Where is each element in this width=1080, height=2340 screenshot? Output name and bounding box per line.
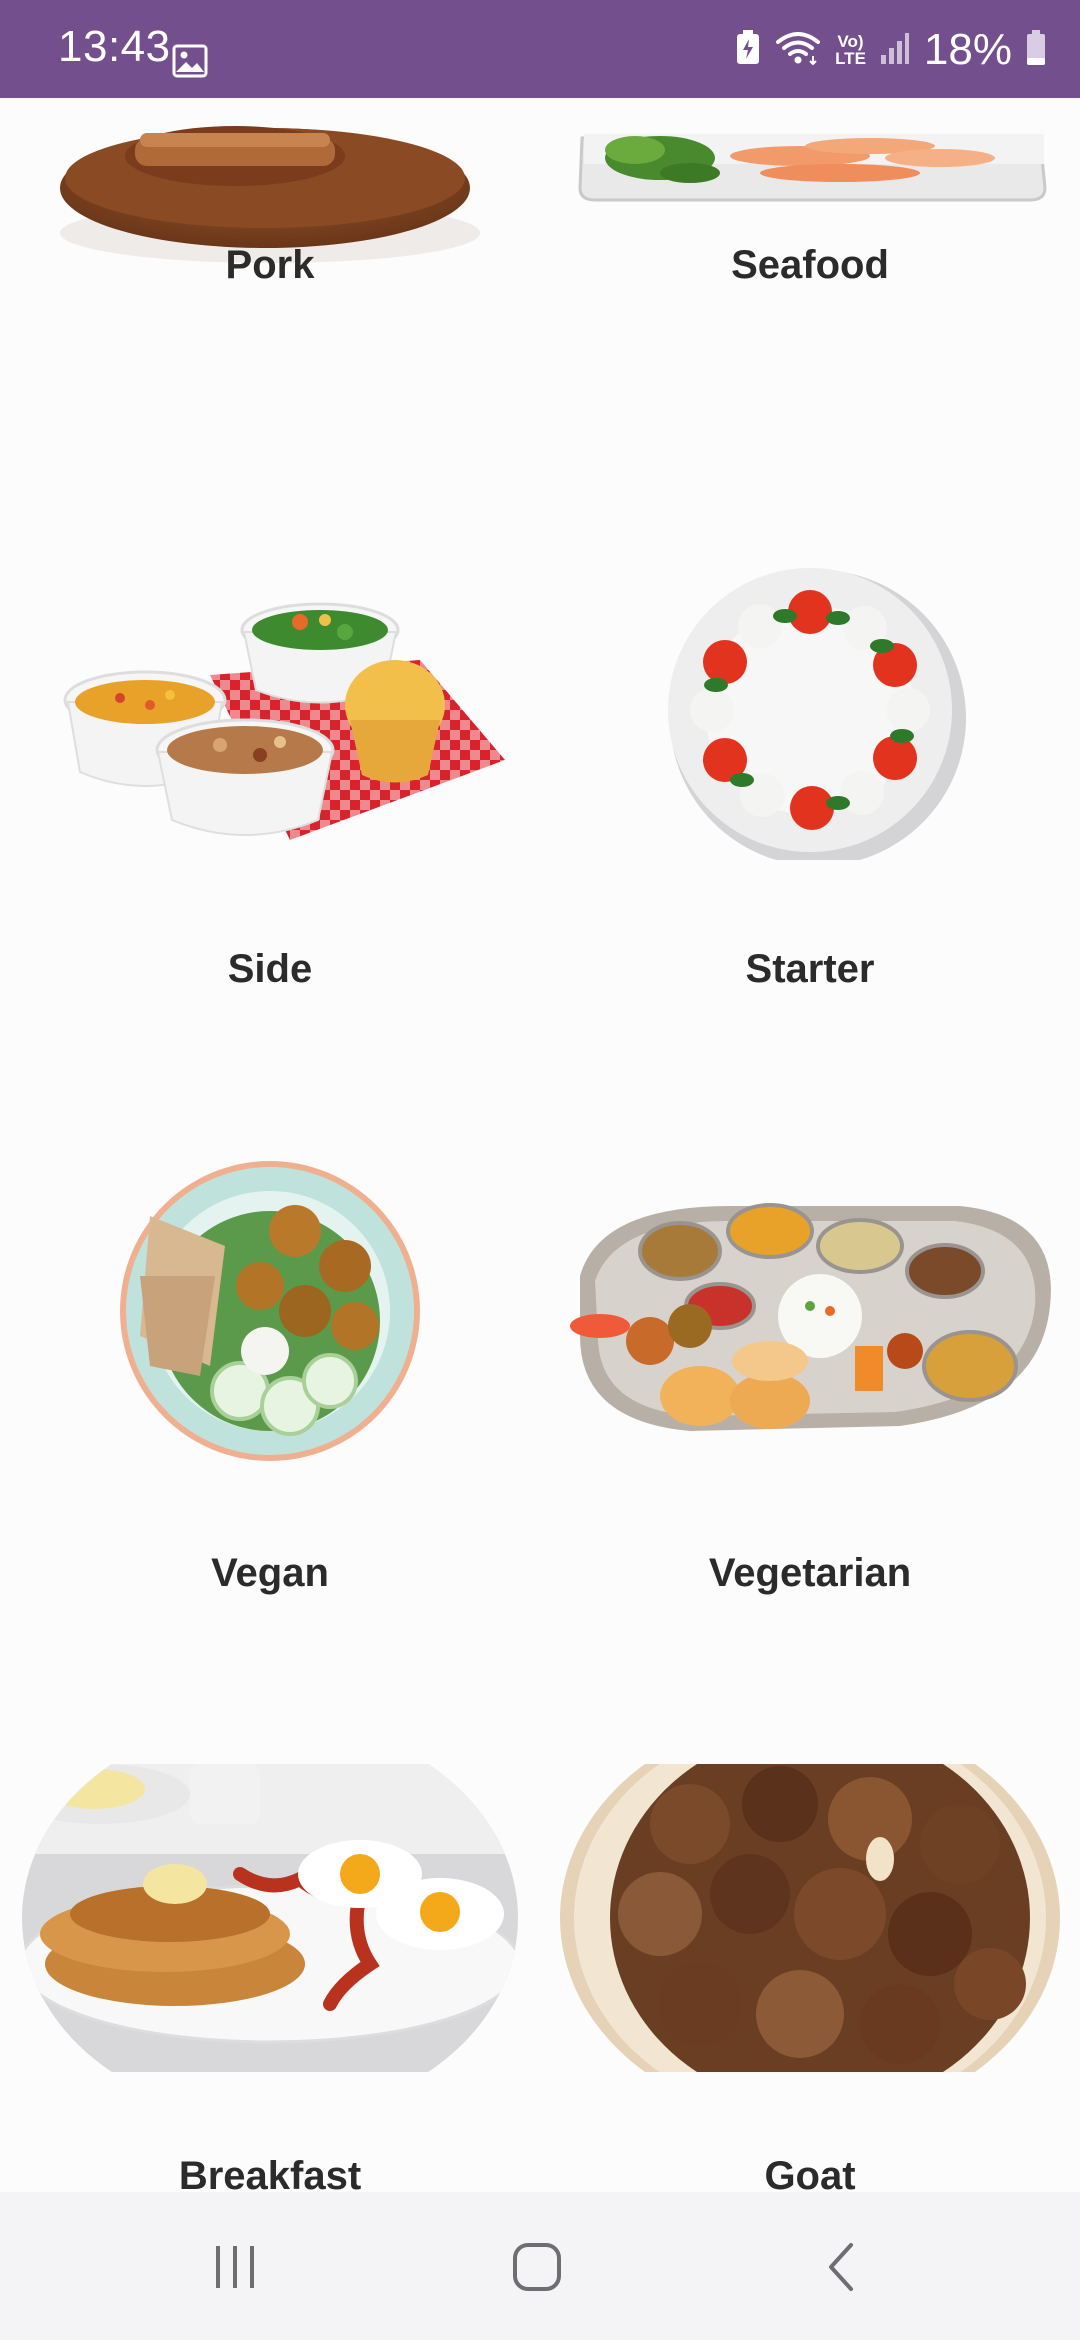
back-button[interactable]: [796, 2232, 886, 2302]
vegetarian-thali-image: [540, 1166, 1080, 1456]
category-card-pork[interactable]: Pork: [0, 98, 540, 489]
category-label: Side: [227, 947, 313, 991]
category-grid: Pork Seafood Side Starter Vegan Vegetari…: [0, 98, 1080, 2192]
volte-label-bottom: LTE: [835, 49, 866, 68]
home-button[interactable]: [492, 2232, 582, 2302]
category-label: Pork: [225, 243, 315, 287]
category-card-breakfast[interactable]: Breakfast: [0, 1692, 540, 2192]
system-navigation-bar: [0, 2192, 1080, 2340]
recent-apps-icon: [216, 2246, 254, 2288]
recent-apps-button[interactable]: [190, 2232, 280, 2302]
vegan-bowl-image: [0, 1156, 540, 1466]
meal-categories-screen: 13:43 Vo) LTE 18% Pork Seafood Side Star…: [0, 0, 1080, 2340]
battery-percent: 18%: [923, 25, 1012, 74]
category-label: Vegan: [211, 1551, 329, 1595]
category-card-goat[interactable]: Goat: [540, 1692, 1080, 2192]
status-time: 13:43: [58, 22, 171, 71]
category-label: Breakfast: [178, 2154, 362, 2192]
battery-icon: [1026, 29, 1046, 71]
category-card-vegetarian[interactable]: Vegetarian: [540, 1091, 1080, 1692]
wifi-icon: [775, 30, 821, 71]
battery-saver-icon: [735, 29, 761, 71]
back-icon: [829, 2243, 853, 2291]
status-icons: Vo) LTE 18%: [735, 20, 1046, 80]
gallery-icon: [172, 44, 208, 83]
category-label: Goat: [764, 2154, 856, 2192]
volte-label-top: Vo): [837, 32, 864, 51]
category-card-seafood[interactable]: Seafood: [540, 98, 1080, 489]
volte-icon: Vo) LTE: [835, 33, 866, 67]
category-card-side[interactable]: Side: [0, 490, 540, 1091]
pancake-breakfast-image: [0, 1764, 540, 2072]
side-dishes-image: [0, 550, 540, 870]
category-card-vegan[interactable]: Vegan: [0, 1091, 540, 1692]
category-card-starter[interactable]: Starter: [540, 490, 1080, 1091]
status-bar: 13:43 Vo) LTE 18%: [0, 0, 1080, 98]
category-label: Starter: [745, 947, 875, 991]
home-icon: [513, 2243, 561, 2291]
goat-curry-image: [540, 1718, 1080, 2118]
category-label: Vegetarian: [708, 1551, 912, 1595]
caprese-starter-image: [540, 560, 1080, 866]
signal-icon: [880, 31, 910, 70]
category-label: Seafood: [731, 243, 889, 287]
